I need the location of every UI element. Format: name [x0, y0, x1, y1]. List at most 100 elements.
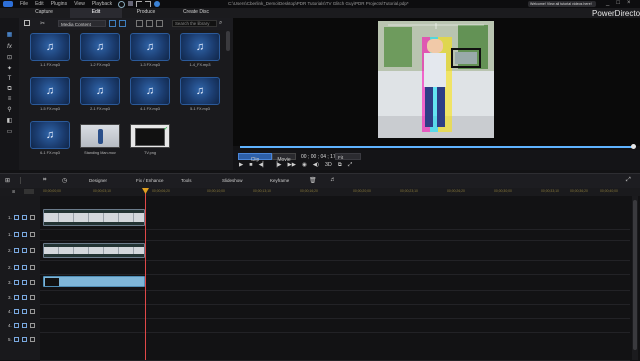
track-enable-checkbox[interactable]	[22, 309, 27, 314]
stop-icon[interactable]: ■	[249, 162, 252, 169]
library-item[interactable]: ♫	[130, 33, 170, 61]
plugin-icon[interactable]: ✂	[40, 20, 45, 27]
track-manager-icon[interactable]: ⊞	[5, 177, 10, 184]
subtitle-room-icon[interactable]: ▭	[5, 128, 14, 136]
track-lock-icon[interactable]	[30, 309, 35, 314]
particle-room-icon[interactable]: ✦	[5, 65, 14, 73]
keyframe-button[interactable]: Keyframe	[270, 178, 289, 183]
library-item[interactable]: ♫	[30, 121, 70, 149]
view-grid-icon[interactable]	[109, 20, 116, 27]
timecode-display[interactable]: 00 ; 00 ; 04 ; 17	[301, 154, 336, 160]
menu-edit[interactable]: Edit	[35, 1, 44, 7]
audio-mixing-icon[interactable]: ≡	[5, 95, 14, 103]
video-clip[interactable]	[43, 243, 145, 258]
minimize-button[interactable]: _	[606, 0, 609, 6]
track-enable-checkbox[interactable]	[22, 265, 27, 270]
tools-button[interactable]: Tools	[181, 178, 192, 183]
track-row[interactable]	[40, 290, 630, 305]
track-enable-checkbox[interactable]	[22, 295, 27, 300]
track-lock-icon[interactable]	[30, 232, 35, 237]
track-enable-checkbox[interactable]	[22, 323, 27, 328]
preview-video-frame[interactable]	[378, 21, 494, 138]
previous-frame-icon[interactable]: ◀▏	[259, 162, 267, 169]
tutorial-notice[interactable]: Welcome! View all tutorial videos here!	[528, 1, 596, 7]
track-lock-icon[interactable]	[30, 295, 35, 300]
library-item-video-thumbnail[interactable]	[80, 124, 120, 148]
track-enable-checkbox[interactable]	[22, 337, 27, 342]
fx-room-icon[interactable]: fx	[5, 43, 14, 51]
library-item[interactable]: ♫	[30, 33, 70, 61]
settings-icon[interactable]	[118, 1, 125, 8]
chapter-room-icon[interactable]: ◧	[5, 117, 14, 125]
track-row[interactable]	[40, 318, 630, 333]
transition-room-icon[interactable]: ⧉	[5, 85, 14, 93]
library-item[interactable]: ♫	[180, 77, 220, 105]
tab-capture[interactable]: Capture	[24, 9, 64, 15]
thumbnail-size-icon[interactable]	[156, 20, 163, 27]
track-lock-icon[interactable]	[30, 265, 35, 270]
fix-enhance-button[interactable]: Fix / Enhance	[136, 178, 164, 183]
menu-file[interactable]: File	[20, 1, 28, 7]
fast-forward-icon[interactable]: ▶▶	[288, 162, 296, 169]
track-lock-icon[interactable]	[30, 323, 35, 328]
library-item[interactable]: ♫	[80, 77, 120, 105]
media-room-icon[interactable]: ▦	[5, 31, 14, 39]
fullscreen-icon[interactable]: ⤢	[348, 162, 352, 169]
track-row[interactable]	[40, 304, 630, 319]
track-lock-icon[interactable]	[30, 280, 35, 285]
scrubber-handle[interactable]	[631, 144, 636, 149]
designer-button[interactable]: Designer	[89, 178, 107, 183]
snapshot-icon[interactable]: ◉	[302, 162, 307, 169]
library-item[interactable]: ♫	[180, 33, 220, 61]
menu-view[interactable]: View	[74, 1, 85, 7]
voice-over-icon[interactable]: ⚲	[5, 106, 14, 114]
close-button[interactable]: ×	[627, 0, 631, 6]
library-filter-dropdown[interactable]: Media Content	[58, 20, 106, 27]
track-enable-checkbox[interactable]	[22, 215, 27, 220]
track-enable-checkbox[interactable]	[22, 248, 27, 253]
sort-icon[interactable]	[146, 20, 153, 27]
track-row[interactable]	[40, 332, 630, 361]
image-clip[interactable]	[43, 276, 145, 287]
tab-edit[interactable]: Edit	[76, 9, 116, 15]
timer-icon[interactable]: ◷	[62, 177, 67, 184]
pip-room-icon[interactable]: ⊡	[5, 54, 14, 62]
track-enable-checkbox[interactable]	[22, 280, 27, 285]
redo-icon[interactable]	[145, 1, 151, 7]
track-height-toggle[interactable]	[24, 189, 34, 194]
track-row[interactable]	[40, 260, 630, 275]
library-item[interactable]: ♫	[130, 77, 170, 105]
search-input[interactable]: Search the library	[172, 20, 217, 27]
import-icon[interactable]	[24, 20, 30, 26]
undo-icon[interactable]	[136, 1, 142, 7]
search-icon[interactable]: ⌕	[219, 20, 222, 27]
track-lock-icon[interactable]	[30, 248, 35, 253]
crop-icon[interactable]: ⌗	[43, 177, 46, 184]
movie-mode-button[interactable]: Movie	[272, 153, 296, 163]
mode-3d-label[interactable]: 3D	[325, 162, 332, 169]
menu-playback[interactable]: Playback	[92, 1, 112, 7]
clip-mode-button[interactable]: Clip	[238, 153, 272, 163]
slideshow-button[interactable]: Slideshow	[222, 178, 243, 183]
timeline-expand-icon[interactable]: ⤢	[626, 177, 631, 184]
maximize-button[interactable]: □	[616, 0, 620, 6]
tab-create-disc[interactable]: Create Disc	[176, 9, 216, 15]
view-detail-icon[interactable]	[136, 20, 143, 27]
library-item[interactable]: ♫	[30, 77, 70, 105]
lock-all-icon[interactable]: ⊞	[12, 189, 15, 194]
track-enable-checkbox[interactable]	[22, 232, 27, 237]
menu-plugins[interactable]: Plugins	[51, 1, 67, 7]
title-room-icon[interactable]: T	[5, 75, 14, 83]
help-icon[interactable]	[154, 1, 160, 7]
save-icon[interactable]	[128, 1, 133, 6]
track-lock-icon[interactable]	[30, 337, 35, 342]
dock-icon[interactable]: ⧉	[338, 162, 342, 169]
library-item-image-thumbnail[interactable]: ✔	[130, 124, 170, 148]
fit-dropdown[interactable]: Fit	[335, 153, 361, 160]
next-frame-icon[interactable]: ▕▶	[273, 162, 281, 169]
delete-icon[interactable]: 🗑	[309, 177, 317, 184]
volume-icon[interactable]: ◀)	[313, 162, 319, 169]
video-clip[interactable]	[43, 209, 145, 226]
tab-produce[interactable]: Produce	[126, 9, 166, 15]
play-icon[interactable]: ▶	[239, 162, 243, 169]
